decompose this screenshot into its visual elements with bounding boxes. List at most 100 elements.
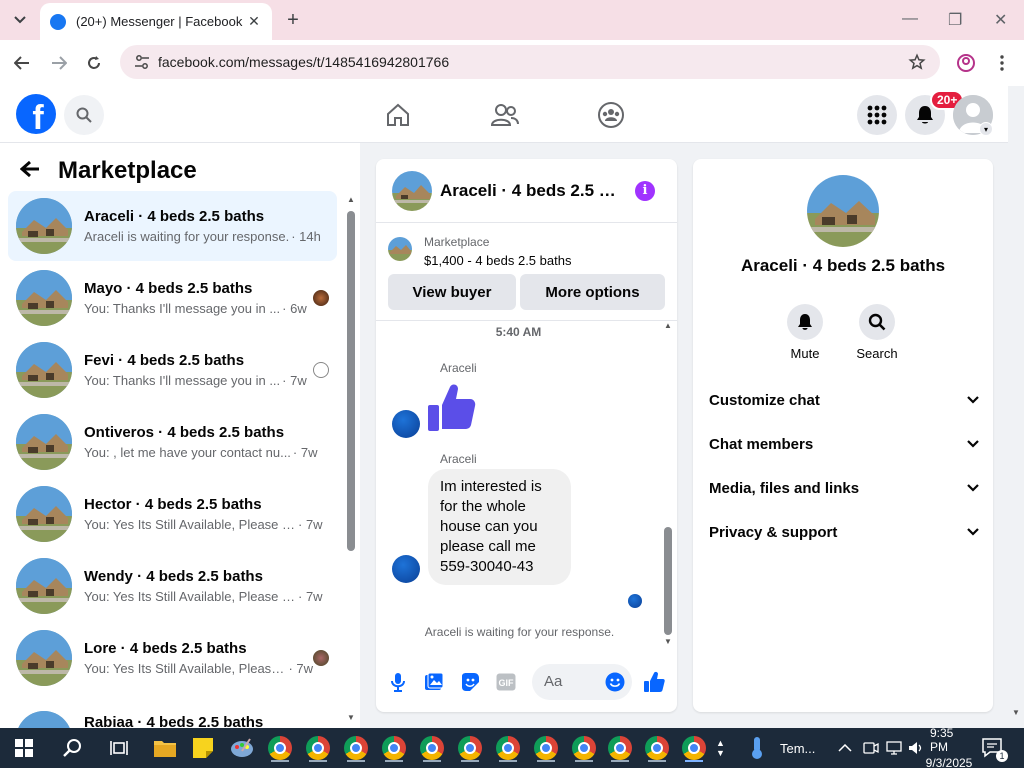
read-receipt-avatar bbox=[628, 594, 642, 608]
bookmark-star-icon[interactable] bbox=[908, 53, 926, 76]
svg-text:GIF: GIF bbox=[499, 678, 515, 688]
thermometer-icon bbox=[752, 737, 762, 759]
paint-app-icon[interactable] bbox=[228, 734, 256, 762]
taskbar-search-icon[interactable] bbox=[58, 734, 86, 762]
listing-source: Marketplace bbox=[424, 235, 490, 249]
microphone-icon[interactable] bbox=[387, 671, 409, 693]
conversation-item[interactable]: Wendy · 4 beds 2.5 baths You: Yes Its St… bbox=[8, 551, 337, 621]
chrome-icon[interactable] bbox=[643, 734, 671, 762]
taskbar-overflow-arrows[interactable]: ▲ ▼ bbox=[716, 728, 725, 768]
conversation-item[interactable]: Araceli · 4 beds 2.5 baths Araceli is wa… bbox=[8, 191, 337, 261]
like-icon[interactable] bbox=[643, 671, 665, 693]
message-line: 559-30040-43 bbox=[440, 558, 534, 575]
chrome-icon[interactable] bbox=[606, 734, 634, 762]
media-files-links-row[interactable]: Media, files and links bbox=[709, 476, 979, 500]
conversation-item[interactable]: Mayo · 4 beds 2.5 baths You: Thanks I'll… bbox=[8, 263, 337, 333]
customize-chat-row[interactable]: Customize chat bbox=[709, 388, 979, 412]
file-explorer-icon[interactable] bbox=[151, 734, 179, 762]
profile-icon[interactable] bbox=[955, 52, 977, 74]
info-icon[interactable]: i bbox=[635, 181, 655, 201]
back-arrow-icon[interactable] bbox=[11, 52, 33, 74]
gif-icon[interactable]: GIF bbox=[495, 671, 517, 693]
sender-avatar[interactable] bbox=[392, 555, 420, 583]
tab-close-icon[interactable]: ✕ bbox=[246, 13, 262, 30]
sticky-notes-icon[interactable] bbox=[189, 734, 217, 762]
facebook-logo-icon[interactable]: f bbox=[16, 94, 56, 134]
chat-scrollbar[interactable]: ▲ ▼ bbox=[664, 321, 672, 646]
meet-now-icon[interactable] bbox=[863, 728, 879, 768]
chrome-icon[interactable] bbox=[494, 734, 522, 762]
chat-avatar[interactable] bbox=[392, 170, 432, 211]
scroll-down-icon[interactable]: ▼ bbox=[664, 637, 672, 646]
forward-arrow-icon[interactable] bbox=[48, 52, 70, 74]
scroll-down-icon[interactable]: ▼ bbox=[347, 713, 355, 722]
conversation-item[interactable]: Rabiaa · 4 beds 2.5 baths bbox=[8, 695, 337, 728]
clock[interactable]: 9:35 PM 9/3/2025 bbox=[926, 726, 973, 768]
account-chevron-icon[interactable]: ▾ bbox=[979, 122, 993, 136]
notification-center-icon[interactable]: 1 bbox=[982, 728, 1008, 768]
restore-icon[interactable]: ❐ bbox=[948, 10, 962, 30]
profile-avatar[interactable] bbox=[807, 175, 879, 247]
close-window-icon[interactable]: ✕ bbox=[994, 10, 1007, 30]
page-scrollbar[interactable]: ▼ bbox=[1008, 86, 1024, 728]
groups-icon[interactable] bbox=[596, 100, 626, 130]
network-icon[interactable] bbox=[886, 728, 904, 768]
scroll-down-icon[interactable]: ▼ bbox=[1012, 708, 1020, 717]
conversation-preview: You: Yes Its Still Available, Please... bbox=[84, 661, 287, 676]
privacy-support-row[interactable]: Privacy & support bbox=[709, 520, 979, 544]
facebook-search-icon[interactable] bbox=[64, 95, 104, 135]
home-icon[interactable] bbox=[383, 100, 413, 130]
back-arrow-icon[interactable] bbox=[19, 160, 44, 183]
house-thumbnail bbox=[16, 486, 72, 542]
chrome-icon[interactable] bbox=[570, 734, 598, 762]
conversation-item[interactable]: Fevi · 4 beds 2.5 baths You: Thanks I'll… bbox=[8, 335, 337, 405]
chat-members-row[interactable]: Chat members bbox=[709, 432, 979, 456]
scroll-up-icon[interactable]: ▲ bbox=[664, 321, 672, 330]
search-label: Search bbox=[856, 346, 898, 361]
windows-start-icon[interactable] bbox=[10, 734, 38, 762]
view-buyer-button[interactable]: View buyer bbox=[388, 274, 516, 310]
message-bubble[interactable]: Im interested is for the whole house can… bbox=[428, 469, 571, 585]
task-view-icon[interactable] bbox=[105, 734, 133, 762]
chrome-icon[interactable] bbox=[680, 734, 708, 762]
chat-title[interactable]: Araceli · 4 beds 2.5 b... bbox=[440, 181, 620, 201]
search-button[interactable]: Search bbox=[847, 304, 907, 361]
conversation-item[interactable]: Hector · 4 beds 2.5 baths You: Yes Its S… bbox=[8, 479, 337, 549]
chrome-icon[interactable] bbox=[304, 734, 332, 762]
tab-search-chevron-icon[interactable] bbox=[6, 6, 34, 34]
conversation-item[interactable]: Lore · 4 beds 2.5 baths You: Yes Its Sti… bbox=[8, 623, 337, 693]
menu-grid-icon[interactable] bbox=[857, 95, 897, 135]
panel-title: Marketplace bbox=[58, 157, 197, 184]
conversation-list-scrollbar[interactable]: ▲ ▼ bbox=[343, 195, 355, 722]
sender-avatar[interactable] bbox=[392, 410, 420, 438]
conversation-preview: You: Yes Its Still Available, Please Se.… bbox=[84, 589, 296, 604]
more-options-button[interactable]: More options bbox=[520, 274, 665, 310]
tab-title: (20+) Messenger | Facebook bbox=[76, 14, 243, 29]
sticker-icon[interactable] bbox=[459, 671, 481, 693]
scroll-up-icon[interactable]: ▲ bbox=[347, 195, 355, 204]
chrome-icon[interactable] bbox=[456, 734, 484, 762]
show-hidden-icons-chevron-icon[interactable] bbox=[838, 728, 852, 768]
house-thumbnail bbox=[16, 198, 72, 254]
reload-icon[interactable] bbox=[83, 52, 105, 74]
chrome-icon[interactable] bbox=[532, 734, 560, 762]
clock-date: 9/3/2025 bbox=[925, 756, 973, 768]
weather-widget[interactable]: Tem... bbox=[748, 728, 815, 768]
browser-tab[interactable]: (20+) Messenger | Facebook ✕ bbox=[40, 3, 272, 40]
chrome-icon[interactable] bbox=[418, 734, 446, 762]
minimize-icon[interactable]: — bbox=[902, 10, 918, 28]
new-tab-plus-icon[interactable]: + bbox=[282, 9, 304, 31]
photo-icon[interactable] bbox=[423, 671, 445, 693]
chrome-icon[interactable] bbox=[342, 734, 370, 762]
browser-menu-icon[interactable] bbox=[991, 52, 1013, 74]
conversation-item[interactable]: Ontiveros · 4 beds 2.5 baths You: , let … bbox=[8, 407, 337, 477]
site-settings-icon[interactable] bbox=[134, 54, 150, 70]
friends-icon[interactable] bbox=[490, 100, 520, 130]
volume-icon[interactable] bbox=[907, 728, 925, 768]
address-bar[interactable]: facebook.com/messages/t/1485416942801766 bbox=[120, 45, 940, 79]
chrome-icon[interactable] bbox=[380, 734, 408, 762]
emoji-icon[interactable] bbox=[604, 671, 626, 693]
chrome-profile-icon[interactable] bbox=[266, 734, 294, 762]
mute-button[interactable]: Mute bbox=[775, 304, 835, 361]
bell-icon bbox=[787, 304, 823, 340]
